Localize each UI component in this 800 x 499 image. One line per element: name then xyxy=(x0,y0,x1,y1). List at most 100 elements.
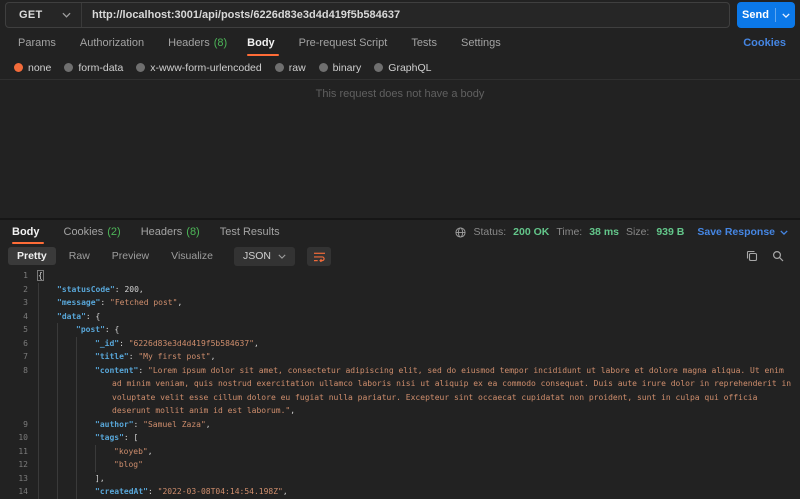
send-button[interactable]: Send xyxy=(737,2,795,28)
line-content: { xyxy=(37,270,44,281)
tab-headers[interactable]: Headers (8) xyxy=(158,30,237,56)
line-content: "message": "Fetched post", xyxy=(38,296,794,310)
request-body-panel: This request does not have a body xyxy=(0,80,800,218)
radio-icon xyxy=(64,63,74,72)
method-label: GET xyxy=(19,9,43,21)
line-number: 8 xyxy=(23,365,28,375)
wrap-lines-button[interactable] xyxy=(307,246,331,266)
tab-params[interactable]: Params xyxy=(8,30,70,56)
code-lines: 1{2 "statusCode": 200, 3 "message": "Fetche… xyxy=(6,269,794,499)
line-number: 14 xyxy=(18,487,28,496)
code-line: 13], xyxy=(6,471,794,485)
view-tab-pretty[interactable]: Pretty xyxy=(8,247,56,265)
cookies-link[interactable]: Cookies xyxy=(743,37,792,49)
line-content: "tags": [ xyxy=(38,431,794,445)
size-label: Size: xyxy=(626,226,650,238)
tab-label: Headers xyxy=(140,226,183,238)
tab-authorization[interactable]: Authorization xyxy=(70,30,158,56)
body-type-x-www-form-urlencoded[interactable]: x-www-form-urlencoded xyxy=(136,61,262,74)
code-line: 3 "message": "Fetched post", xyxy=(6,296,794,310)
globe-icon[interactable] xyxy=(455,226,467,238)
editor-actions xyxy=(746,250,792,262)
body-type-none[interactable]: none xyxy=(14,62,51,74)
code-line: 9 "author": "Samuel Zaza", xyxy=(6,417,794,431)
body-type-raw[interactable]: raw xyxy=(274,62,306,74)
send-divider xyxy=(774,8,776,22)
tab-label: Params xyxy=(18,37,56,49)
response-body-editor[interactable]: 1{2 "statusCode": 200, 3 "message": "Fetche… xyxy=(0,268,800,499)
save-response-label: Save Response xyxy=(697,226,775,238)
format-select[interactable]: JSON xyxy=(233,246,295,266)
line-number: 5 xyxy=(23,325,28,334)
response-tab-body[interactable]: Body xyxy=(2,220,54,244)
tab-tests[interactable]: Tests xyxy=(401,30,451,56)
line-content: "createdAt": "2022-03-08T04:14:54.198Z", xyxy=(38,485,794,499)
response-meta: Status: 200 OK Time: 38 ms Size: 939 B S… xyxy=(455,220,798,244)
line-number: 6 xyxy=(23,338,28,348)
send-options-chevron-icon[interactable] xyxy=(782,12,790,18)
view-tab-raw[interactable]: Raw xyxy=(60,247,99,265)
tab-label: Authorization xyxy=(79,37,145,49)
search-button[interactable] xyxy=(772,250,784,262)
code-line: 4 "data": { xyxy=(6,309,794,323)
body-type-binary[interactable]: binary xyxy=(318,62,361,74)
chevron-down-icon xyxy=(278,254,286,259)
copy-icon xyxy=(746,250,758,262)
tab-label: Test Results xyxy=(219,226,280,238)
radio-selected-icon xyxy=(14,63,23,72)
tab-label: Body xyxy=(12,226,40,238)
radio-label: x-www-form-urlencoded xyxy=(150,61,262,74)
save-response-button[interactable]: Save Response xyxy=(697,226,788,238)
tab-label: Settings xyxy=(461,37,501,49)
tab-label: Cookies xyxy=(63,226,104,238)
search-icon xyxy=(772,250,784,262)
tab-count: (2) xyxy=(107,226,121,238)
chevron-down-icon xyxy=(62,12,71,18)
tab-count: (8) xyxy=(186,226,200,238)
wrap-lines-icon xyxy=(313,252,325,262)
response-view-toolbar: Pretty Raw Preview Visualize JSON xyxy=(0,244,800,268)
line-number: 13 xyxy=(18,473,28,483)
status-value: 200 OK xyxy=(513,226,550,238)
line-content: "statusCode": 200, xyxy=(38,282,794,296)
line-content: "post": { xyxy=(38,323,794,337)
tab-label: Tests xyxy=(411,37,437,49)
chevron-down-icon xyxy=(780,229,788,235)
line-content: "data": { xyxy=(38,309,794,323)
response-tab-test-results[interactable]: Test Results xyxy=(210,220,294,244)
line-content: "koyeb", xyxy=(38,444,794,458)
code-line: 1{ xyxy=(6,269,794,283)
tab-label: Headers xyxy=(168,37,210,49)
response-tab-headers[interactable]: Headers (8) xyxy=(131,220,210,244)
copy-button[interactable] xyxy=(746,250,758,262)
code-line: 2 "statusCode": 200, xyxy=(6,282,794,296)
response-tab-cookies[interactable]: Cookies (2) xyxy=(54,220,131,244)
body-type-options: none form-data x-www-form-urlencoded raw… xyxy=(0,56,800,80)
empty-body-message: This request does not have a body xyxy=(315,88,485,100)
line-number: 12 xyxy=(18,460,28,469)
view-tab-visualize[interactable]: Visualize xyxy=(162,247,222,265)
line-number: 1 xyxy=(23,271,28,280)
line-content: "blog" xyxy=(38,458,794,472)
line-number: 7 xyxy=(23,352,28,361)
tab-settings[interactable]: Settings xyxy=(451,30,515,56)
tab-count: (8) xyxy=(213,37,228,49)
body-type-form-data[interactable]: form-data xyxy=(64,62,123,74)
view-tab-preview[interactable]: Preview xyxy=(103,247,158,265)
response-tabs: Body Cookies (2) Headers (8) Test Results … xyxy=(0,220,800,244)
code-line: 10 "tags": [ xyxy=(6,431,794,445)
tab-label: Pre-request Script xyxy=(298,37,388,49)
line-content: "_id": "6226d83e3d4d419f5b584637", xyxy=(38,336,794,350)
radio-icon xyxy=(318,63,328,72)
line-number: 9 xyxy=(23,419,28,429)
line-content: "author": "Samuel Zaza", xyxy=(38,417,794,431)
tab-pre-request-script[interactable]: Pre-request Script xyxy=(289,30,402,56)
url-input[interactable] xyxy=(82,9,729,21)
code-line: 5 "post": { xyxy=(6,323,794,337)
line-content: "title": "My first post", xyxy=(38,350,794,364)
code-line: 14 "createdAt": "2022-03-08T04:14:54.198Z… xyxy=(6,485,794,499)
method-select[interactable]: GET xyxy=(6,3,82,27)
body-type-graphql[interactable]: GraphQL xyxy=(374,62,431,74)
size-value: 939 B xyxy=(656,226,685,238)
tab-body[interactable]: Body xyxy=(237,30,289,56)
